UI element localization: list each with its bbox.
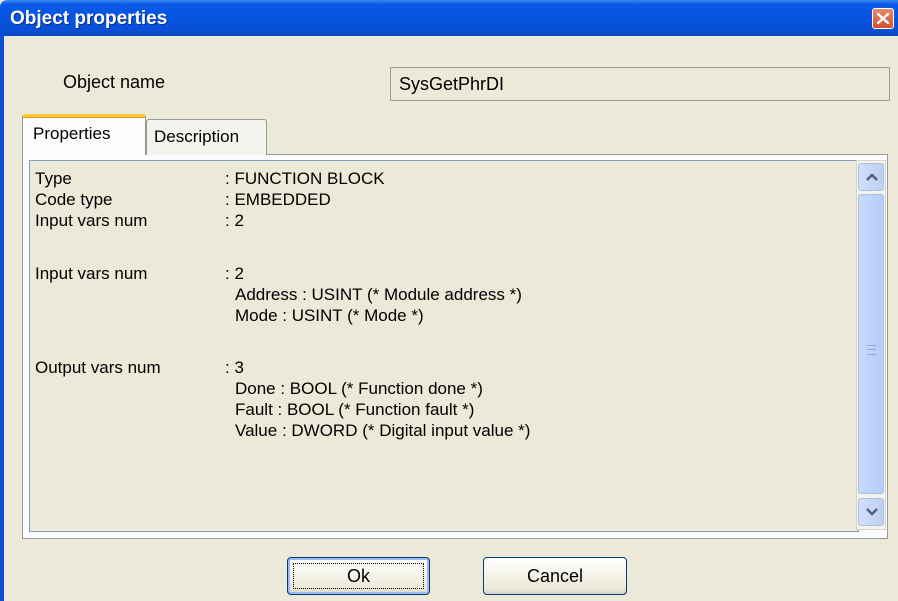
output-var-item: Fault : BOOL (* Function fault *) xyxy=(235,400,475,419)
arrow-up-icon xyxy=(866,173,878,181)
cancel-button-label: Cancel xyxy=(526,566,584,586)
input-var-item: Address : USINT (* Module address *) xyxy=(235,285,522,304)
output-var-item: Done : BOOL (* Function done *) xyxy=(235,379,483,398)
input-var-item: Mode : USINT (* Mode *) xyxy=(235,306,424,325)
close-icon xyxy=(876,12,890,25)
window-frame-left xyxy=(0,36,4,601)
property-label-type: Type xyxy=(35,169,72,188)
cancel-button[interactable]: Cancel xyxy=(483,557,627,595)
output-var-item: Value : DWORD (* Digital input value *) xyxy=(235,421,531,440)
property-value-type: : FUNCTION BLOCK xyxy=(225,169,385,188)
object-name-label: Object name xyxy=(63,72,166,92)
tab-properties[interactable]: Properties xyxy=(22,114,146,155)
window-title: Object properties xyxy=(10,8,168,29)
object-properties-dialog: Object properties Object name SysGetPhrD… xyxy=(0,0,898,601)
title-bar[interactable]: Object properties xyxy=(0,0,898,36)
arrow-down-icon xyxy=(866,508,878,516)
scroll-up-button[interactable] xyxy=(858,163,884,191)
close-button[interactable] xyxy=(872,8,894,29)
property-value-code-type: : EMBEDDED xyxy=(225,190,331,209)
scroll-thumb[interactable] xyxy=(858,194,884,494)
object-name-field[interactable]: SysGetPhrDI xyxy=(390,67,890,101)
ok-button[interactable]: Ok xyxy=(287,557,430,595)
scroll-down-button[interactable] xyxy=(858,498,884,526)
property-label-input-vars-num: Input vars num xyxy=(35,211,148,230)
scroll-grip xyxy=(867,345,876,355)
focus-ring xyxy=(293,563,424,589)
properties-text-area[interactable]: Type : FUNCTION BLOCK Code type : EMBEDD… xyxy=(29,160,859,532)
property-value-input-vars-num: : 2 xyxy=(225,211,244,230)
tab-description[interactable]: Description xyxy=(146,119,267,155)
property-label-output-vars: Output vars num xyxy=(35,358,161,377)
property-label-input-vars: Input vars num xyxy=(35,264,148,283)
vertical-scrollbar[interactable] xyxy=(856,160,886,530)
property-label-code-type: Code type xyxy=(35,190,113,209)
property-value-output-vars: : 3 xyxy=(225,358,244,377)
property-value-input-vars: : 2 xyxy=(225,264,244,283)
